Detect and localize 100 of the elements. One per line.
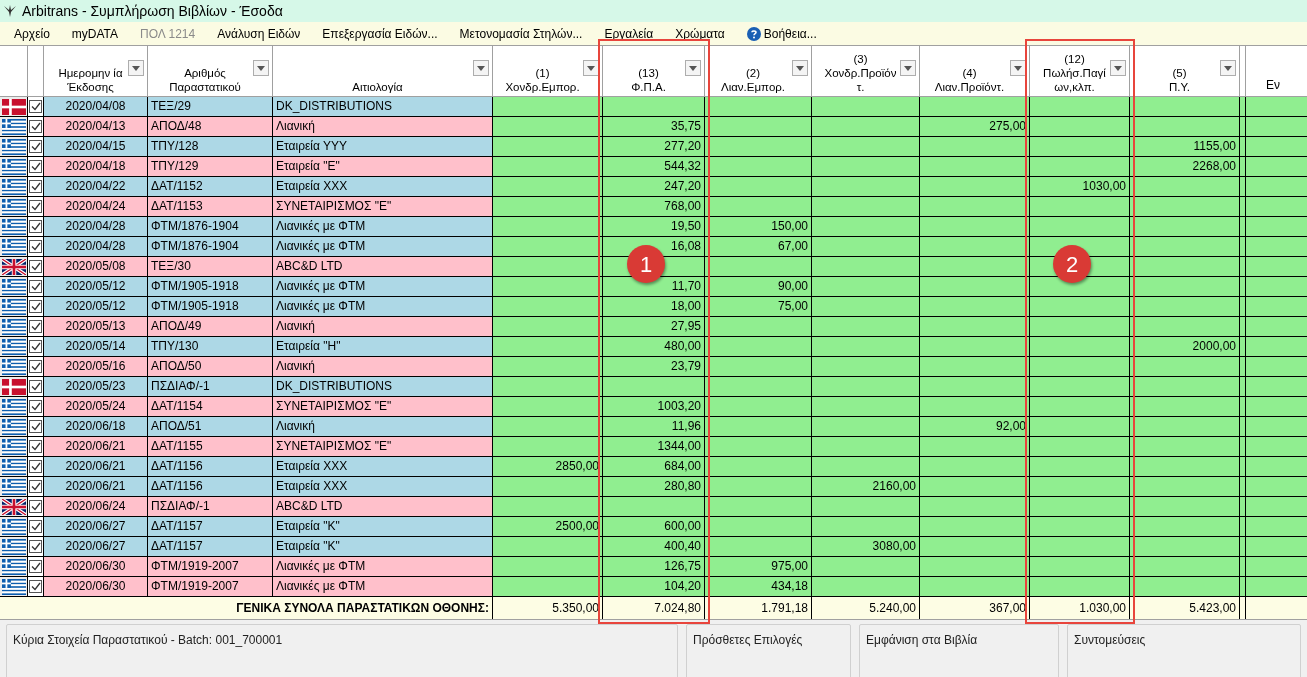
table-row[interactable]: 2020/04/24 ΔΑΤ/1153 ΣΥΝΕΤΑΙΡΙΣΜΟΣ "Ε": [44, 197, 493, 216]
table-cell: [1246, 217, 1307, 236]
table-row[interactable]: 2020/06/21 ΔΑΤ/1156 Εταιρεία ΧΧΧ: [44, 477, 493, 496]
filter-dropdown-button[interactable]: [128, 60, 144, 76]
filter-dropdown-button[interactable]: [900, 60, 916, 76]
row-checkbox[interactable]: [29, 320, 42, 333]
table-row[interactable]: 2020/04/08 ΤΕΞ/29 DK_DISTRIBUTIONS: [44, 97, 493, 116]
table-row[interactable]: 2020/05/12 ΦΤΜ/1905-1918 Λιανικές με ΦΤΜ: [44, 297, 493, 316]
table-cell: [1246, 157, 1307, 176]
table-row[interactable]: 2020/05/08 ΤΕΞ/30 ABC&D LTD: [44, 257, 493, 276]
caret-icon: [1224, 65, 1232, 71]
column-header-text: (4): [962, 66, 977, 80]
filter-dropdown-button[interactable]: [253, 60, 269, 76]
row-checkbox[interactable]: [29, 580, 42, 593]
column-header[interactable]: Εν: [1246, 46, 1307, 96]
row-checkbox[interactable]: [29, 300, 42, 313]
table-row[interactable]: 2020/04/15 ΤΠΥ/128 Εταιρεία ΥΥΥ: [44, 137, 493, 156]
greek-flag-icon: [1, 298, 26, 315]
row-checkbox[interactable]: [29, 460, 42, 473]
filter-dropdown-button[interactable]: [473, 60, 489, 76]
table-cell: 2020/04/08: [44, 97, 148, 116]
table-cell: 104,20: [603, 577, 705, 596]
table-row[interactable]: 2020/05/24 ΔΑΤ/1154 ΣΥΝΕΤΑΙΡΙΣΜΟΣ "Ε": [44, 397, 493, 416]
row-checkbox[interactable]: [29, 480, 42, 493]
menu-item[interactable]: Βοήθεια...: [746, 24, 817, 43]
table-cell: [1246, 357, 1307, 376]
table-cell: [1246, 197, 1307, 216]
table-row[interactable]: 2020/04/13 ΑΠΟΔ/48 Λιανική: [44, 117, 493, 136]
row-checkbox[interactable]: [29, 380, 42, 393]
filter-dropdown-button[interactable]: [583, 60, 599, 76]
menu-item[interactable]: Μετονομασία Στηλών...: [459, 24, 583, 43]
row-checkbox[interactable]: [29, 120, 42, 133]
filter-dropdown-button[interactable]: [1110, 60, 1126, 76]
row-checkbox[interactable]: [29, 540, 42, 553]
filter-dropdown-button[interactable]: [1010, 60, 1026, 76]
greek-flag-icon: [1, 118, 26, 135]
table-cell: 2020/05/12: [44, 277, 148, 296]
table-row[interactable]: 2020/04/18 ΤΠΥ/129 Εταιρεία "Ε": [44, 157, 493, 176]
row-checkbox[interactable]: [29, 400, 42, 413]
column-header-text: Παραστατικού: [169, 80, 241, 94]
greek-flag-icon: [1, 518, 26, 535]
column-header-text: Λιαν.Προϊόντ.: [934, 80, 1005, 94]
table-cell: ΦΤΜ/1905-1918: [148, 297, 273, 316]
filter-dropdown-button[interactable]: [792, 60, 808, 76]
row-checkbox[interactable]: [29, 140, 42, 153]
table-cell: 2020/06/21: [44, 477, 148, 496]
table-cell: 18,00: [603, 297, 705, 316]
menu-item[interactable]: Ανάλυση Ειδών: [217, 24, 301, 43]
row-checkbox[interactable]: [29, 100, 42, 113]
menu-item[interactable]: Αρχείο: [14, 24, 50, 43]
row-checkbox[interactable]: [29, 500, 42, 513]
row-checkbox[interactable]: [29, 240, 42, 253]
table-row[interactable]: 2020/05/12 ΦΤΜ/1905-1918 Λιανικές με ΦΤΜ: [44, 277, 493, 296]
row-checkbox[interactable]: [29, 420, 42, 433]
table-row[interactable]: 2020/04/28 ΦΤΜ/1876-1904 Λιανικές με ΦΤΜ: [44, 217, 493, 236]
totals-label: ΓΕΝΙΚΑ ΣΥΝΟΛΑ ΠΑΡΑΣΤΑΤΙΚΩΝ ΟΘΟΝΗΣ:: [236, 600, 489, 617]
table-cell: 23,79: [603, 357, 705, 376]
table-cell: [1246, 497, 1307, 516]
row-checkbox[interactable]: [29, 440, 42, 453]
table-row[interactable]: 2020/05/23 ΠΣΔΙΑΦ/-1 DK_DISTRIBUTIONS: [44, 377, 493, 396]
row-checkbox[interactable]: [29, 360, 42, 373]
table-cell: 11,96: [603, 417, 705, 436]
table-row[interactable]: 2020/04/22 ΔΑΤ/1152 Εταιρεία ΧΧΧ: [44, 177, 493, 196]
caret-icon: [587, 65, 595, 71]
row-checkbox[interactable]: [29, 260, 42, 273]
table-row[interactable]: 2020/05/14 ΤΠΥ/130 Εταιρεία "Η": [44, 337, 493, 356]
caret-icon: [132, 65, 140, 71]
row-checkbox[interactable]: [29, 160, 42, 173]
row-checkbox[interactable]: [29, 280, 42, 293]
table-row[interactable]: 2020/04/28 ΦΤΜ/1876-1904 Λιανικές με ΦΤΜ: [44, 237, 493, 256]
table-row[interactable]: 2020/05/13 ΑΠΟΔ/49 Λιανική: [44, 317, 493, 336]
filter-dropdown-button[interactable]: [1220, 60, 1236, 76]
menu-item[interactable]: myDATA: [71, 24, 119, 43]
row-checkbox[interactable]: [29, 560, 42, 573]
table-row[interactable]: 2020/06/30 ΦΤΜ/1919-2007 Λιανικές με ΦΤΜ: [44, 577, 493, 596]
row-checkbox[interactable]: [29, 520, 42, 533]
table-cell: [1246, 117, 1307, 136]
table-row[interactable]: 2020/06/24 ΠΣΔΙΑΦ/-1 ABC&D LTD: [44, 497, 493, 516]
row-checkbox[interactable]: [29, 220, 42, 233]
menu-item[interactable]: Επεξεργασία Ειδών...: [322, 24, 438, 43]
table-row[interactable]: 2020/06/21 ΔΑΤ/1156 Εταιρεία ΧΧΧ: [44, 457, 493, 476]
row-checkbox[interactable]: [29, 200, 42, 213]
table-row[interactable]: 2020/06/18 ΑΠΟΔ/51 Λιανική: [44, 417, 493, 436]
row-checkbox[interactable]: [29, 180, 42, 193]
table-row[interactable]: 2020/06/30 ΦΤΜ/1919-2007 Λιανικές με ΦΤΜ: [44, 557, 493, 576]
menu-item[interactable]: Εργαλεία: [604, 24, 654, 43]
table-cell: ΦΤΜ/1919-2007: [148, 577, 273, 596]
row-checkbox[interactable]: [29, 340, 42, 353]
table-row[interactable]: 2020/06/27 ΔΑΤ/1157 Εταιρεία "Κ": [44, 537, 493, 556]
menu-item[interactable]: Χρώματα: [675, 24, 725, 43]
total-cell: 1.030,00: [1030, 597, 1130, 619]
group-box-title: Συντομεύσεις: [1074, 633, 1146, 647]
table-cell: 2000,00: [1130, 337, 1240, 356]
table-cell: 2020/06/24: [44, 497, 148, 516]
filter-dropdown-button[interactable]: [685, 60, 701, 76]
greek-flag-icon: [1, 318, 26, 335]
table-row[interactable]: 2020/05/16 ΑΠΟΔ/50 Λιανική: [44, 357, 493, 376]
table-row[interactable]: 2020/06/21 ΔΑΤ/1155 ΣΥΝΕΤΑΙΡΙΣΜΟΣ "Ε": [44, 437, 493, 456]
column-header-text: Φ.Π.Α.: [631, 80, 666, 94]
table-row[interactable]: 2020/06/27 ΔΑΤ/1157 Εταιρεία "Κ": [44, 517, 493, 536]
